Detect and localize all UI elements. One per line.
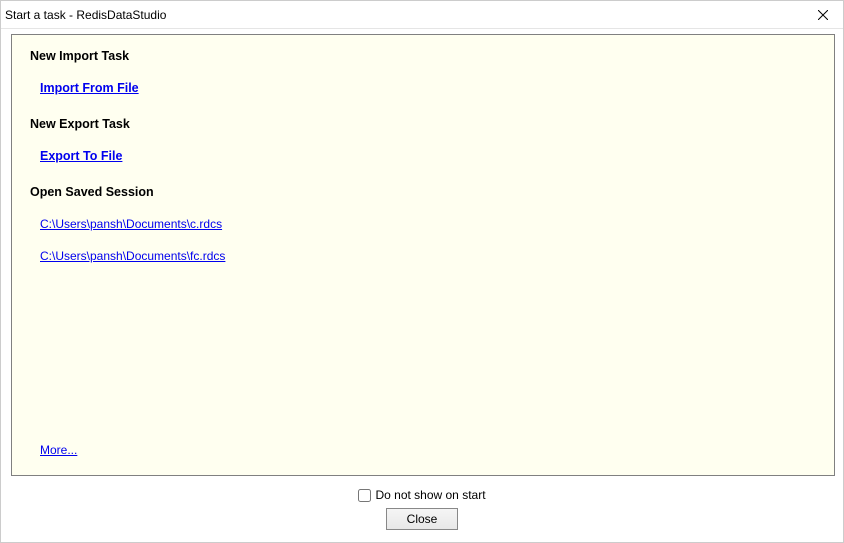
import-from-file-link[interactable]: Import From File	[40, 81, 816, 95]
spacer	[30, 281, 816, 443]
close-icon	[818, 10, 828, 20]
do-not-show-label: Do not show on start	[375, 488, 485, 502]
window-close-button[interactable]	[803, 1, 843, 28]
import-heading: New Import Task	[30, 49, 816, 63]
window-title: Start a task - RedisDataStudio	[5, 8, 166, 22]
export-heading: New Export Task	[30, 117, 816, 131]
session-link-1[interactable]: C:\Users\pansh\Documents\fc.rdcs	[40, 249, 816, 263]
sessions-heading: Open Saved Session	[30, 185, 816, 199]
footer: Do not show on start Close	[1, 484, 843, 542]
do-not-show-row[interactable]: Do not show on start	[358, 488, 485, 502]
session-link-0[interactable]: C:\Users\pansh\Documents\c.rdcs	[40, 217, 816, 231]
export-to-file-link[interactable]: Export To File	[40, 149, 816, 163]
titlebar: Start a task - RedisDataStudio	[1, 1, 843, 29]
dialog-window: Start a task - RedisDataStudio New Impor…	[0, 0, 844, 543]
content-panel: New Import Task Import From File New Exp…	[11, 34, 835, 476]
more-link[interactable]: More...	[40, 443, 816, 457]
do-not-show-checkbox[interactable]	[358, 489, 371, 502]
close-button[interactable]: Close	[386, 508, 458, 530]
